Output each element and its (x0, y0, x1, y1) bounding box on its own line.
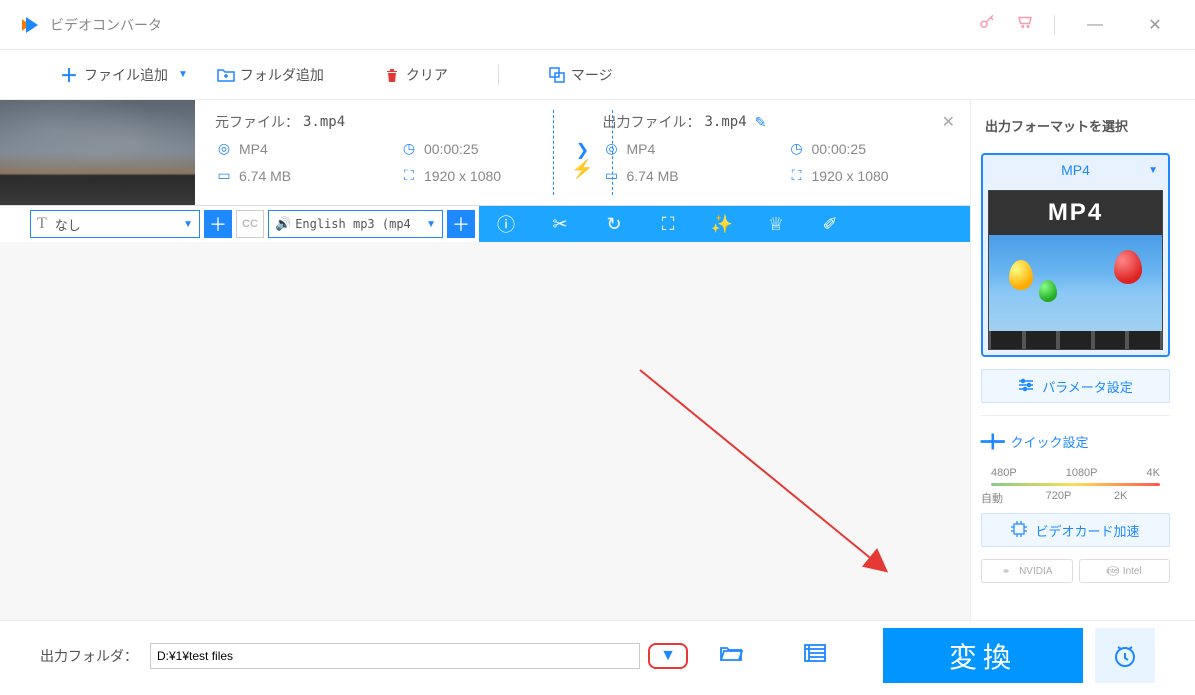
rotate-icon[interactable]: ↻ (602, 214, 626, 235)
quick-settings-title: ━╋━ クイック設定 (981, 428, 1170, 455)
cart-icon[interactable] (1016, 13, 1034, 36)
source-label: 元ファイル： (215, 112, 299, 132)
close-button[interactable]: ✕ (1135, 15, 1175, 35)
divider (498, 65, 499, 85)
clear-label: クリア (406, 65, 448, 85)
format-icon: ◎ (215, 140, 233, 157)
subtitle-dropdown[interactable]: T なし ▼ (30, 210, 200, 238)
convert-button[interactable]: 変換 (883, 628, 1083, 683)
output-label: 出力ファイル： (603, 112, 701, 132)
resolution-slider[interactable]: 480P 1080P 4K 自動 720P 2K (981, 467, 1170, 501)
output-path-dropdown[interactable]: ▼ (648, 643, 688, 669)
remove-file-button[interactable]: ✕ (942, 112, 955, 132)
add-audio-button[interactable]: ＋ (447, 210, 475, 238)
subtitle-value: なし (55, 215, 81, 234)
chip-icon (1011, 521, 1027, 540)
add-file-button[interactable]: ＋ ファイル追加 ▼ (60, 62, 188, 88)
sidebar-title: 出力フォーマットを選択 (981, 110, 1170, 141)
folder-plus-icon (218, 67, 234, 83)
key-icon[interactable] (978, 13, 996, 36)
app-logo-icon (20, 15, 40, 35)
intel-chip: intel Intel (1079, 559, 1171, 583)
subtitle-t-icon: T (37, 215, 47, 233)
output-filename: 3.mp4 (705, 114, 747, 130)
resolution-icon: ⛶ (400, 167, 418, 184)
sliders-icon (1018, 378, 1034, 395)
clock-icon: ◷ (400, 140, 418, 157)
video-thumbnail[interactable] (0, 100, 195, 205)
add-folder-button[interactable]: フォルダ追加 (218, 65, 324, 85)
edit-toolbar: T なし ▼ ＋ CC 🔊 English mp3 (mp4 ▼ ＋ ⓘ ✂ ↻… (0, 206, 970, 242)
title-bar: ビデオコンバータ — ✕ (0, 0, 1195, 50)
main-toolbar: ＋ ファイル追加 ▼ フォルダ追加 クリア マージ (0, 50, 1195, 100)
out-size: 6.74 MB (627, 168, 679, 184)
chevron-down-icon: ▼ (426, 219, 436, 230)
subtitle-edit-icon[interactable]: ✐ (818, 214, 842, 235)
source-filename: 3.mp4 (303, 114, 345, 130)
src-res: 1920 x 1080 (424, 168, 501, 184)
out-format: MP4 (627, 141, 656, 157)
open-folder-icon[interactable] (720, 644, 742, 668)
trash-icon (384, 67, 400, 83)
format-icon: ◎ (603, 140, 621, 157)
src-duration: 00:00:25 (424, 141, 479, 157)
output-folder-label: 出力フォルダ： (40, 646, 138, 666)
param-label: パラメータ設定 (1042, 377, 1133, 396)
chevron-down-icon[interactable]: ▼ (178, 69, 188, 80)
plus-square-icon: ━╋━ (981, 434, 1004, 450)
merge-icon (549, 67, 565, 83)
folder-icon: ▭ (603, 167, 621, 184)
minimize-button[interactable]: — (1075, 16, 1115, 34)
format-preview: MP4 (988, 190, 1163, 350)
task-list-icon[interactable] (804, 644, 826, 668)
output-format-card[interactable]: MP4 ▼ MP4 (981, 153, 1170, 357)
schedule-button[interactable] (1095, 628, 1155, 683)
effects-icon[interactable]: ✨ (710, 214, 734, 235)
merge-button[interactable]: マージ (549, 65, 613, 85)
out-res: 1920 x 1080 (812, 168, 889, 184)
file-item[interactable]: 元ファイル： 3.mp4 ◎ MP4 ◷ 00:00:25 ▭ 6.74 MB ⛶ 19… (0, 100, 970, 206)
add-file-label: ファイル追加 (84, 65, 168, 85)
annotation-arrow-icon (630, 360, 910, 590)
output-path-input[interactable]: D:¥1¥test files (150, 643, 640, 669)
src-size: 6.74 MB (239, 168, 291, 184)
edit-icon[interactable]: ✎ (755, 114, 767, 131)
nvidia-chip: NVIDIA (981, 559, 1073, 583)
resolution-icon: ⛶ (788, 167, 806, 184)
add-subtitle-button[interactable]: ＋ (204, 210, 232, 238)
src-format: MP4 (239, 141, 268, 157)
video-edit-toolbar: ⓘ ✂ ↻ ⛶ ✨ ♕ ✐ (479, 206, 970, 242)
file-list-area (0, 242, 970, 620)
mp4-label: MP4 (989, 191, 1162, 235)
bottom-bar: 出力フォルダ： D:¥1¥test files ▼ 変換 (0, 620, 1195, 690)
cut-icon[interactable]: ✂ (548, 214, 572, 235)
add-folder-label: フォルダ追加 (240, 65, 324, 85)
cc-button[interactable]: CC (236, 210, 264, 238)
output-info: 出力ファイル： 3.mp4 ✎ ◎MP4 ◷00:00:25 ▭6.74 MB … (583, 100, 971, 205)
crop-icon[interactable]: ⛶ (656, 214, 680, 235)
chevron-down-icon: ▼ (183, 219, 193, 230)
gpu-accel-button[interactable]: ビデオカード加速 (981, 513, 1170, 547)
chevron-down-icon[interactable]: ▼ (1148, 165, 1158, 176)
source-info: 元ファイル： 3.mp4 ◎ MP4 ◷ 00:00:25 ▭ 6.74 MB ⛶ 19… (195, 100, 583, 205)
speaker-icon: 🔊 (275, 216, 291, 232)
folder-icon: ▭ (215, 167, 233, 184)
merge-label: マージ (571, 65, 613, 85)
watermark-icon[interactable]: ♕ (764, 214, 788, 235)
clock-icon: ◷ (788, 140, 806, 157)
plus-icon: ＋ (60, 62, 78, 88)
app-title: ビデオコンバータ (50, 15, 162, 35)
divider (1054, 15, 1055, 35)
audio-value: English mp3 (mp4 (295, 217, 411, 231)
sidebar: 出力フォーマットを選択 MP4 ▼ MP4 パラメータ設定 ━╋━ クイック設定 (970, 100, 1180, 620)
info-icon[interactable]: ⓘ (494, 211, 518, 237)
out-duration: 00:00:25 (812, 141, 867, 157)
audio-dropdown[interactable]: 🔊 English mp3 (mp4 ▼ (268, 210, 443, 238)
clear-button[interactable]: クリア (384, 65, 448, 85)
format-name: MP4 (1061, 162, 1090, 178)
parameter-settings-button[interactable]: パラメータ設定 (981, 369, 1170, 403)
